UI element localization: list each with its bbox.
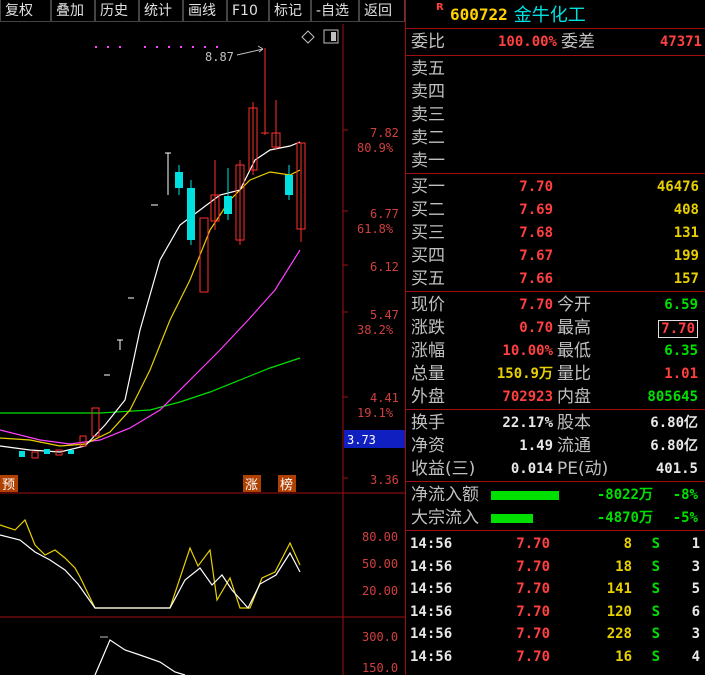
f10-button[interactable]: F10 (227, 0, 269, 22)
indicator-label-150: 150.0 (362, 661, 398, 675)
stats-row: 外盘 702923 内盘 805645 (411, 387, 698, 407)
price-label-6-77: 6.77 (370, 207, 399, 221)
mark-button[interactable]: 标记 (269, 0, 311, 22)
back-button[interactable]: 返回 (359, 0, 405, 22)
bid-row[interactable]: 买三 7.68 131 (406, 222, 705, 245)
stock-code[interactable]: 600722 (450, 5, 508, 24)
flow-row: 净流入额 -8022万 -8% (411, 485, 698, 505)
fib-label-80-9: 80.9% (357, 141, 394, 155)
stats-row: 现价 7.70 今开 6.59 (411, 295, 698, 315)
high-price-annotation: 8.87 (205, 50, 234, 64)
tick-row[interactable]: 14:56 7.70 228 S 3 (406, 623, 705, 646)
stock-header: R 600722 金牛化工 (406, 0, 705, 28)
stats-block: 现价 7.70 今开 6.59 涨跌 0.70 最高 7.70 涨幅 10.00% 最低 6.35… (406, 292, 705, 409)
kline-chart[interactable]: 8.87 7.82 80.9% 6.77 61.8% 6.12 5.47 38.… (0, 24, 405, 675)
ask-row[interactable]: 卖一 (406, 150, 705, 173)
ask-row[interactable]: 卖二 (406, 127, 705, 150)
ask-row[interactable]: 卖四 (406, 81, 705, 104)
forecast-marker[interactable]: 预 (2, 478, 15, 493)
tick-row[interactable]: 14:56 7.70 120 S 6 (406, 601, 705, 624)
flow-bar (491, 491, 559, 500)
fundamentals-row: 净资 1.49 流通 6.80亿 (411, 436, 698, 456)
ranking-marker[interactable]: 榜 (280, 477, 293, 493)
panel-toggle-icon[interactable] (323, 29, 339, 44)
indicator-label-300: 300.0 (362, 630, 398, 644)
chart-toolbar: 复权 叠加 历史 统计 画线 F10 标记 -自选 返回 (0, 0, 405, 24)
fundamentals-block: 换手 22.17% 股本 6.80亿 净资 1.49 流通 6.80亿 收益(三) 0.014… (406, 410, 705, 481)
tick-list: 14:56 7.70 8 S 1 14:56 7.70 18 S 3 14:56 7.70 141 S… (406, 531, 705, 668)
fundamentals-row: 收益(三) 0.014 PE(动) 401.5 (411, 459, 698, 479)
limit-up-marker[interactable]: 涨 (245, 478, 258, 493)
quote-panel: R 600722 金牛化工 委比 100.00% 委差 47371 卖五 卖四 … (405, 0, 705, 675)
osc-label-80: 80.00 (362, 530, 398, 544)
capital-flow-block: 净流入额 -8022万 -8% 大宗流入 -4870万 -5% (406, 482, 705, 530)
draw-line-button[interactable]: 画线 (183, 0, 227, 22)
tick-row[interactable]: 14:56 7.70 18 S 3 (406, 556, 705, 579)
stats-row: 涨幅 10.00% 最低 6.35 (411, 341, 698, 361)
stock-name[interactable]: 金牛化工 (514, 1, 586, 27)
fib-label-19-1: 19.1% (357, 406, 394, 420)
osc-label-50: 50.00 (362, 557, 398, 571)
ma5-line (0, 141, 301, 453)
order-ratio-value: 100.00% (497, 34, 557, 50)
tick-row[interactable]: 14:56 7.70 8 S 1 (406, 533, 705, 556)
price-label-5-47: 5.47 (370, 308, 399, 322)
high-price-box: 7.70 (658, 320, 698, 338)
indicator-line (94, 639, 186, 675)
flow-bar (491, 514, 533, 523)
kline-svg[interactable]: 8.87 7.82 80.9% 6.77 61.8% 6.12 5.47 38.… (0, 24, 405, 675)
diamond-icon[interactable] (301, 30, 315, 44)
bid-row[interactable]: 买一 7.70 46476 (406, 176, 705, 199)
r-badge: R (436, 2, 444, 13)
ask-row[interactable]: 卖五 (406, 58, 705, 81)
fib-label-61-8: 61.8% (357, 222, 394, 236)
ask-row[interactable]: 卖三 (406, 104, 705, 127)
tick-row[interactable]: 14:56 7.70 16 S 4 (406, 646, 705, 669)
ma10-line (0, 169, 301, 447)
ma60-line (0, 357, 301, 414)
statistics-button[interactable]: 统计 (139, 0, 183, 22)
tick-row[interactable]: 14:56 7.70 141 S 5 (406, 578, 705, 601)
stats-row: 涨跌 0.70 最高 7.70 (406, 317, 705, 340)
overlay-button[interactable]: 叠加 (51, 0, 95, 22)
bid-row[interactable]: 买四 7.67 199 (406, 245, 705, 268)
ma20-line (0, 249, 301, 445)
osc-label-20: 20.00 (362, 584, 398, 598)
current-price-label: 3.73 (347, 433, 376, 447)
history-button[interactable]: 历史 (95, 0, 139, 22)
bid-list: 买一 7.70 46476 买二 7.69 408 买三 7.68 131 买四 7.67 19… (406, 174, 705, 291)
bid-row[interactable]: 买二 7.69 408 (406, 199, 705, 222)
fundamentals-row: 换手 22.17% 股本 6.80亿 (411, 413, 698, 433)
ask-list: 卖五 卖四 卖三 卖二 卖一 (406, 56, 705, 173)
order-ratio-row: 委比 100.00% 委差 47371 (406, 29, 705, 55)
flow-row: 大宗流入 -4870万 -5% (411, 508, 698, 528)
price-label-3-36: 3.36 (370, 473, 399, 487)
fuquan-button[interactable]: 复权 (0, 0, 51, 22)
remove-watchlist-button[interactable]: -自选 (311, 0, 359, 22)
price-label-4-41: 4.41 (370, 391, 399, 405)
fib-label-38-2: 38.2% (357, 323, 394, 337)
bid-row[interactable]: 买五 7.66 157 (406, 268, 705, 291)
stats-row: 总量 150.9万 量比 1.01 (411, 364, 698, 384)
order-diff-value: 47371 (659, 34, 702, 50)
price-label-6-12: 6.12 (370, 260, 399, 274)
candlesticks[interactable] (19, 48, 306, 459)
resistance-dots (95, 46, 218, 48)
price-label-7-82: 7.82 (370, 126, 399, 140)
